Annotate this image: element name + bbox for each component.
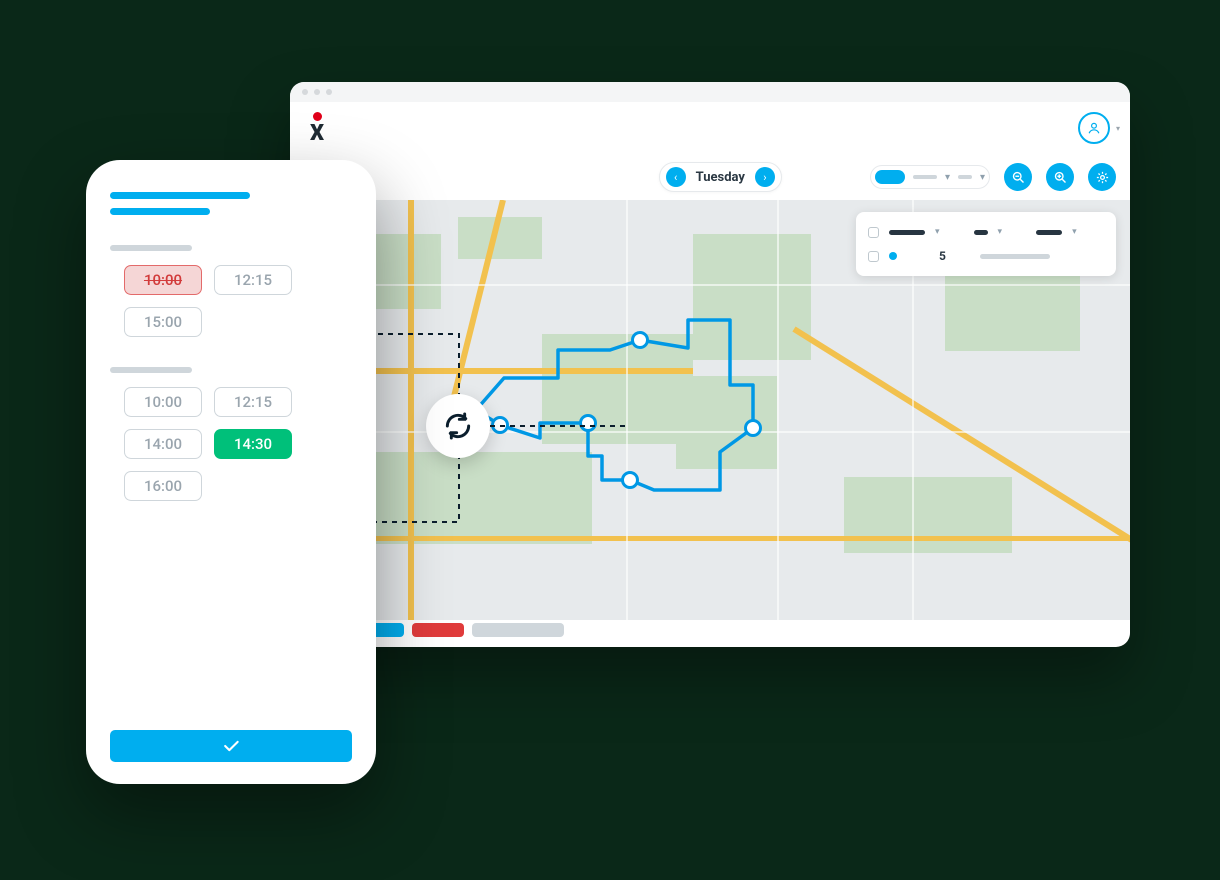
zoom-out-button[interactable]	[1004, 163, 1032, 191]
route-waypoint[interactable]	[579, 414, 597, 432]
map-legend-panel: ▾ ▾ ▾ 5	[856, 212, 1116, 276]
legend-stop-count: 5	[939, 249, 946, 263]
timeslot-chip-selected[interactable]: 14:30	[214, 429, 292, 459]
legend-route-color-icon	[889, 252, 897, 260]
prev-day-button[interactable]: ‹	[666, 167, 686, 187]
mobile-schedule-panel: 10:00 12:15 15:00 10:00 12:15 14:00 14:3…	[86, 160, 376, 784]
toolbar: ‹ Tuesday › ▾ ▾	[290, 154, 1130, 200]
timeslot-group-2: 10:00 12:15 14:00 14:30 16:00	[110, 387, 352, 501]
sync-icon	[442, 410, 474, 442]
check-icon	[221, 736, 241, 756]
account-menu-button[interactable]	[1078, 112, 1110, 144]
desktop-app-window: X ‹ Tuesday › ▾ ▾	[290, 82, 1130, 647]
logo-x-icon: X	[310, 123, 324, 145]
legend-select-all-checkbox[interactable]	[868, 227, 879, 238]
timeslot-chip[interactable]: 10:00	[124, 265, 202, 295]
next-day-button[interactable]: ›	[755, 167, 775, 187]
timeslot-chip[interactable]: 15:00	[124, 307, 202, 337]
app-logo: X	[310, 112, 324, 145]
logo-dot-icon	[313, 112, 322, 121]
legend-route-row[interactable]: 5	[868, 244, 1104, 268]
window-titlebar	[290, 82, 1130, 102]
phone-title	[110, 192, 352, 215]
route-waypoint[interactable]	[631, 331, 649, 349]
timeslot-group-label	[110, 367, 192, 373]
route-waypoint[interactable]	[744, 419, 762, 437]
app-header: X	[290, 102, 1130, 154]
map-area[interactable]: ▾ ▾ ▾ 5	[290, 200, 1130, 620]
current-day-label: Tuesday	[696, 170, 745, 185]
timeslot-chip[interactable]: 16:00	[124, 471, 202, 501]
settings-button[interactable]	[1088, 163, 1116, 191]
timeslot-group-1: 10:00 12:15 15:00	[110, 265, 352, 337]
zoom-out-icon	[1011, 170, 1026, 185]
day-navigator: ‹ Tuesday ›	[659, 162, 782, 192]
sync-indicator	[426, 394, 490, 458]
timeslot-chip[interactable]: 10:00	[124, 387, 202, 417]
user-icon	[1085, 119, 1103, 137]
route-waypoint[interactable]	[491, 416, 509, 434]
legend-route-checkbox[interactable]	[868, 251, 879, 262]
traffic-light-close[interactable]	[302, 89, 308, 95]
confirm-button[interactable]	[110, 730, 352, 762]
timeslot-chip[interactable]: 14:00	[124, 429, 202, 459]
traffic-light-min[interactable]	[314, 89, 320, 95]
timeslot-chip[interactable]: 12:15	[214, 265, 292, 295]
traffic-light-max[interactable]	[326, 89, 332, 95]
route-filter-pill[interactable]: ▾ ▾	[870, 165, 990, 189]
status-chip[interactable]	[412, 623, 464, 637]
zoom-in-button[interactable]	[1046, 163, 1074, 191]
legend-header-row: ▾ ▾ ▾	[868, 220, 1104, 244]
status-chip[interactable]	[472, 623, 564, 637]
timeslot-group-label	[110, 245, 192, 251]
timeslot-chip[interactable]: 12:15	[214, 387, 292, 417]
route-waypoint[interactable]	[621, 471, 639, 489]
gear-icon	[1095, 170, 1110, 185]
zoom-in-icon	[1053, 170, 1068, 185]
